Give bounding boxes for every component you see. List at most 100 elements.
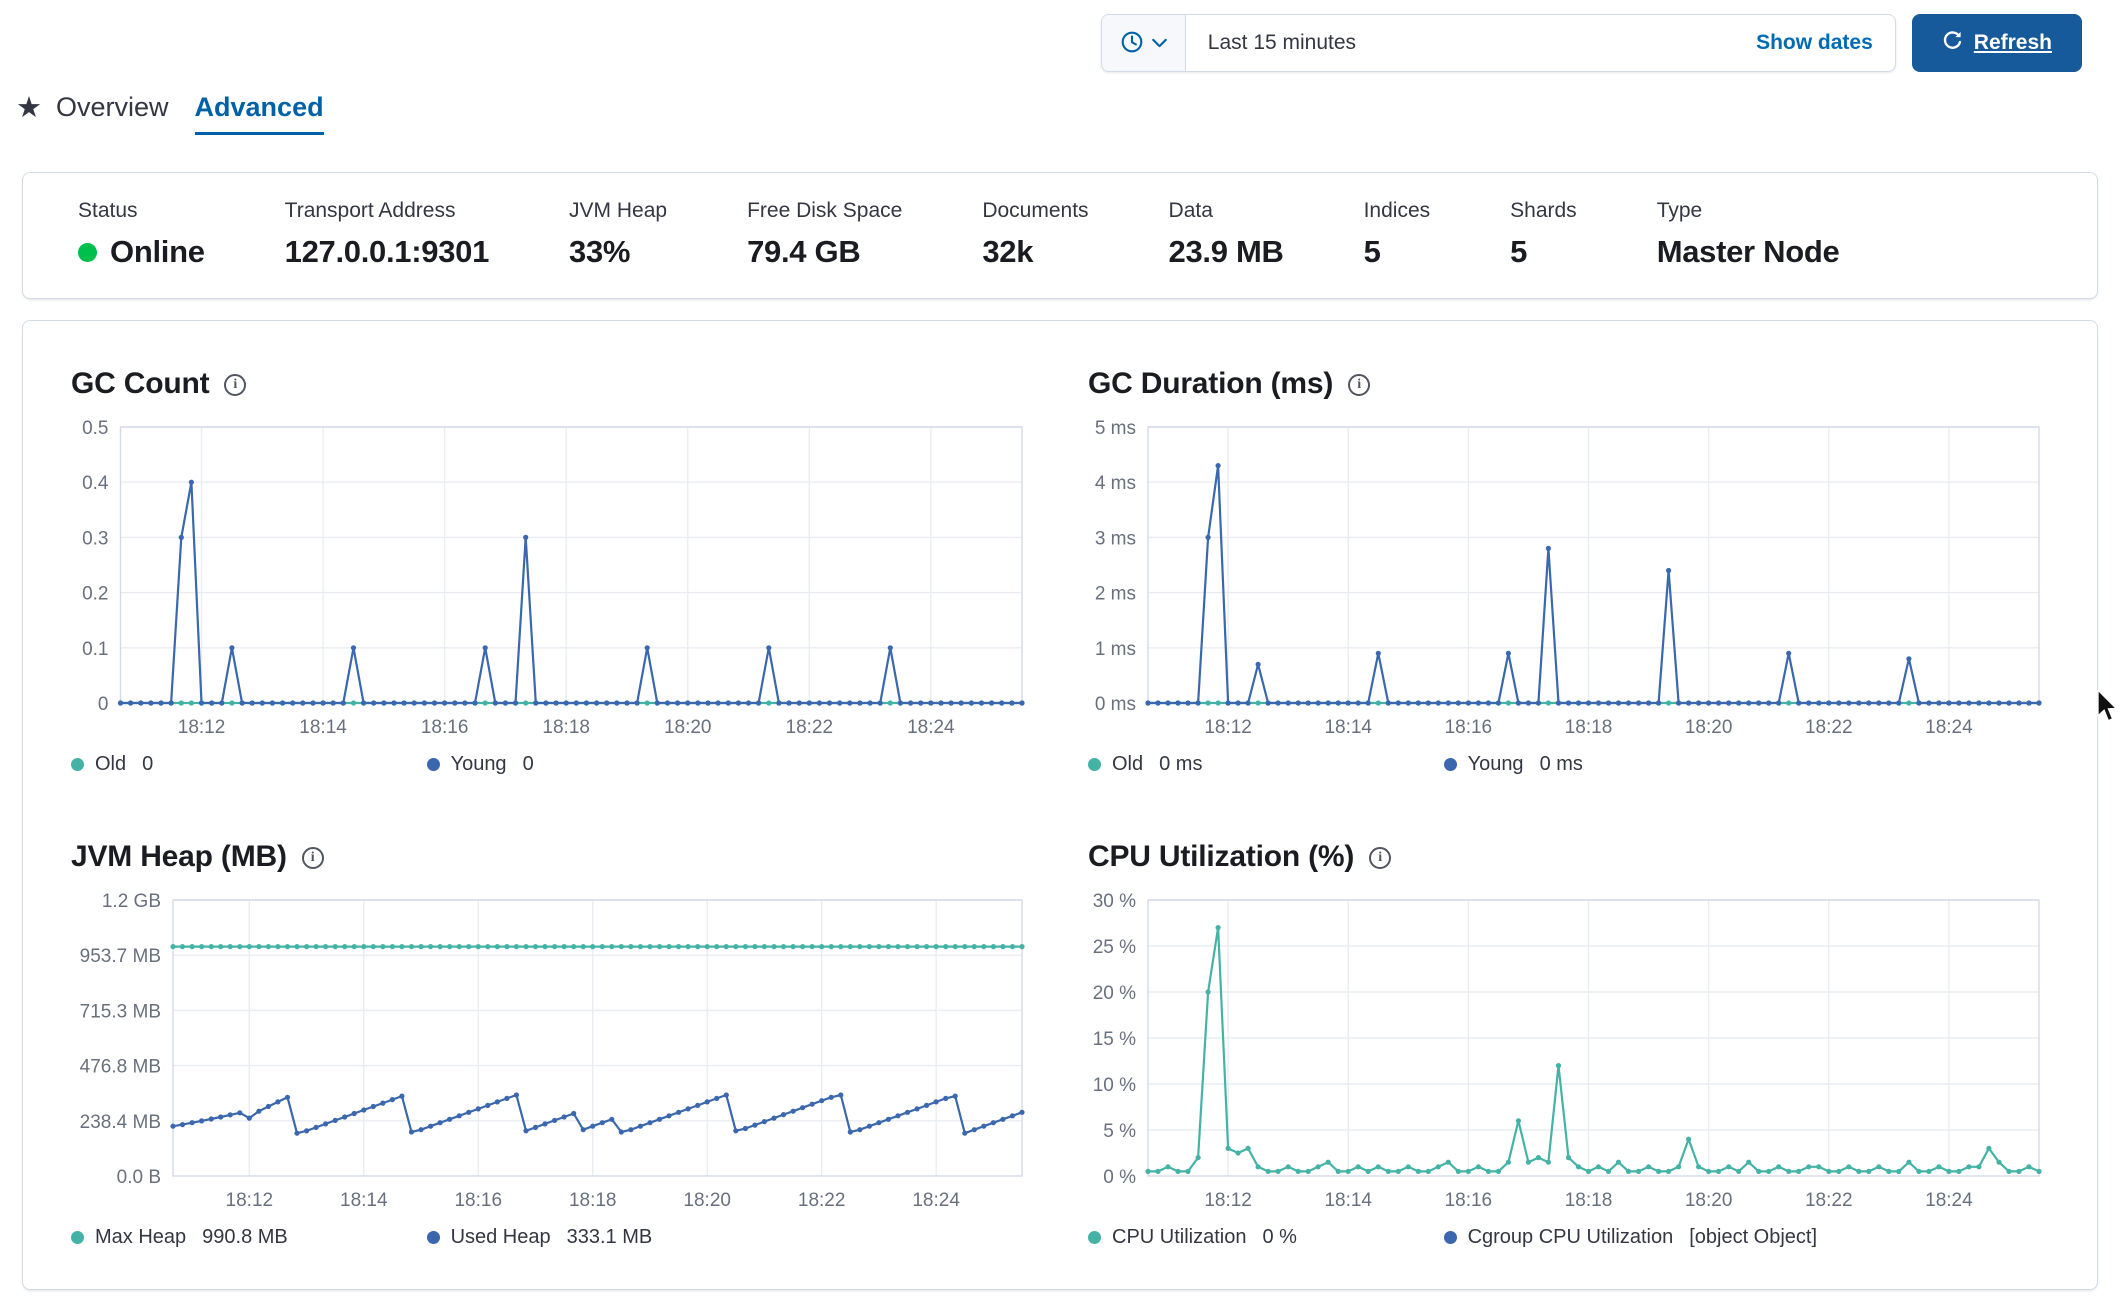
gc-duration-chart-canvas[interactable]: 18:1218:1418:1618:1818:2018:2218:240 ms1… [1088,417,2049,749]
legend-item-cpu-utilization[interactable]: CPU Utilization0 % [1088,1226,1297,1249]
status-online-dot [78,243,97,262]
svg-text:0.0 B: 0.0 B [117,1167,161,1188]
legend-series-value: 0 ms [1540,753,1583,776]
chart-gc-count: GC Count i 18:1218:1418:1618:1818:2018:2… [71,367,1032,776]
legend-item-young[interactable]: Young0 [427,753,534,776]
svg-text:715.3 MB: 715.3 MB [80,1001,161,1022]
svg-text:25 %: 25 % [1093,937,1136,958]
legend-series-value: 990.8 MB [202,1226,288,1249]
svg-text:18:20: 18:20 [1685,717,1733,738]
svg-text:18:12: 18:12 [1204,717,1252,738]
summary-value: 5 [1510,234,1577,270]
legend-series-value: 0 ms [1159,753,1202,776]
summary-value: Master Node [1657,234,1840,270]
info-icon[interactable]: i [1369,847,1391,869]
summary-label: Data [1169,199,1284,223]
tab-overview[interactable]: Overview [56,92,169,135]
summary-label: Documents [982,199,1088,223]
summary-label: Status [78,199,205,223]
svg-text:4 ms: 4 ms [1095,473,1136,494]
legend-item-max-heap[interactable]: Max Heap 990.8 MB [71,1226,288,1249]
svg-text:18:18: 18:18 [569,1190,617,1211]
svg-text:0.1: 0.1 [82,639,108,660]
refresh-button[interactable]: Refresh [1912,14,2082,72]
summary-label: Indices [1364,199,1431,223]
svg-text:18:14: 18:14 [340,1190,388,1211]
svg-text:18:16: 18:16 [421,717,469,738]
svg-text:18:24: 18:24 [912,1190,960,1211]
svg-text:18:14: 18:14 [1324,1190,1372,1211]
svg-text:30 %: 30 % [1093,891,1136,912]
show-dates-link[interactable]: Show dates [1756,31,1895,55]
legend-item-used-heap[interactable]: Used Heap 333.1 MB [427,1226,653,1249]
legend-series-name: Young [1468,753,1524,776]
summary-item-status: StatusOnline [78,199,205,270]
svg-text:238.4 MB: 238.4 MB [80,1112,161,1133]
legend-series-name: Old [95,753,126,776]
svg-text:18:22: 18:22 [1805,1190,1853,1211]
svg-text:18:20: 18:20 [1685,1190,1733,1211]
time-filter-bar: Last 15 minutes Show dates Refresh [1101,14,2082,72]
summary-label: Free Disk Space [747,199,902,223]
chart-cpu-utilization: CPU Utilization (%) i 18:1218:1418:1618:… [1088,840,2049,1249]
legend-item-old[interactable]: Old0 [71,753,153,776]
tab-advanced[interactable]: Advanced [195,92,324,135]
charts-grid: GC Count i 18:12 18:14 18:16 18:18 18:20 18:2… [71,367,2049,1249]
info-icon[interactable]: i [224,374,246,396]
chart-legend: Old0 Young0 [71,753,1032,776]
summary-value: 127.0.0.1:9301 [285,234,489,270]
svg-text:0.3: 0.3 [82,528,108,549]
svg-text:10 %: 10 % [1093,1075,1136,1096]
svg-text:18:18: 18:18 [1565,717,1613,738]
svg-text:953.7 MB: 953.7 MB [80,946,161,967]
info-icon[interactable]: i [1348,374,1370,396]
mouse-cursor [2096,690,2120,729]
refresh-button-label: Refresh [1974,31,2052,55]
svg-text:18:12: 18:12 [1204,1190,1252,1211]
legend-series-name: Used Heap [451,1226,551,1249]
legend-series-name: Max Heap [95,1226,186,1249]
legend-series-dot [1088,758,1101,771]
chart-title: GC Count [71,367,209,401]
clock-icon [1120,30,1144,57]
svg-text:0.5: 0.5 [82,418,108,439]
svg-text:18:22: 18:22 [1805,717,1853,738]
chart-jvm-heap: JVM Heap (MB) i 18:1218:1418:1618:1818:2… [71,840,1032,1249]
jvm-heap-chart-canvas[interactable]: 18:1218:1418:1618:1818:2018:2218:240.0 B… [71,890,1032,1222]
legend-item-old[interactable]: Old 0 ms [1088,753,1202,776]
svg-text:18:12: 18:12 [226,1190,274,1211]
legend-item-cgroup-cpu-utilization[interactable]: Cgroup CPU Utilization[object Object] [1444,1226,1817,1249]
time-picker-quick-select-button[interactable] [1102,15,1186,71]
legend-series-dot [1088,1231,1101,1244]
time-range-value[interactable]: Last 15 minutes [1186,31,1756,55]
node-tabs: ★ Overview Advanced [16,92,324,135]
legend-series-name: Old [1112,753,1143,776]
chart-legend: CPU Utilization0 % Cgroup CPU Utilization… [1088,1226,2049,1249]
legend-series-dot [71,758,84,771]
legend-series-dot [427,758,440,771]
info-icon[interactable]: i [302,847,324,869]
summary-value: 23.9 MB [1169,234,1284,270]
svg-text:0 %: 0 % [1103,1167,1136,1188]
gc-count-chart-canvas[interactable]: 18:1218:1418:1618:1818:2018:2218:2400.10… [71,417,1032,749]
legend-series-value: 333.1 MB [567,1226,653,1249]
svg-text:18:14: 18:14 [1324,717,1372,738]
legend-series-dot [1444,758,1457,771]
svg-text:18:20: 18:20 [664,717,712,738]
legend-series-value: [object Object] [1689,1226,1817,1249]
chart-title: CPU Utilization (%) [1088,840,1354,874]
cpu-utilization-chart-canvas[interactable]: 18:1218:1418:1618:1818:2018:2218:240 %5 … [1088,890,2049,1222]
summary-label: JVM Heap [569,199,667,223]
svg-text:18:14: 18:14 [299,717,347,738]
svg-text:18:18: 18:18 [1565,1190,1613,1211]
summary-item-documents: Documents32k [982,199,1088,270]
svg-text:1 ms: 1 ms [1095,639,1136,660]
star-icon[interactable]: ★ [16,94,42,135]
node-advanced-page: Last 15 minutes Show dates Refresh ★ Ove… [0,0,2120,1296]
svg-text:18:22: 18:22 [798,1190,846,1211]
summary-item-jvm-heap: JVM Heap 33% [569,199,667,270]
chart-title: JVM Heap (MB) [71,840,287,874]
legend-item-young[interactable]: Young 0 ms [1444,753,1583,776]
summary-value: 33% [569,234,667,270]
svg-text:0: 0 [98,694,109,715]
